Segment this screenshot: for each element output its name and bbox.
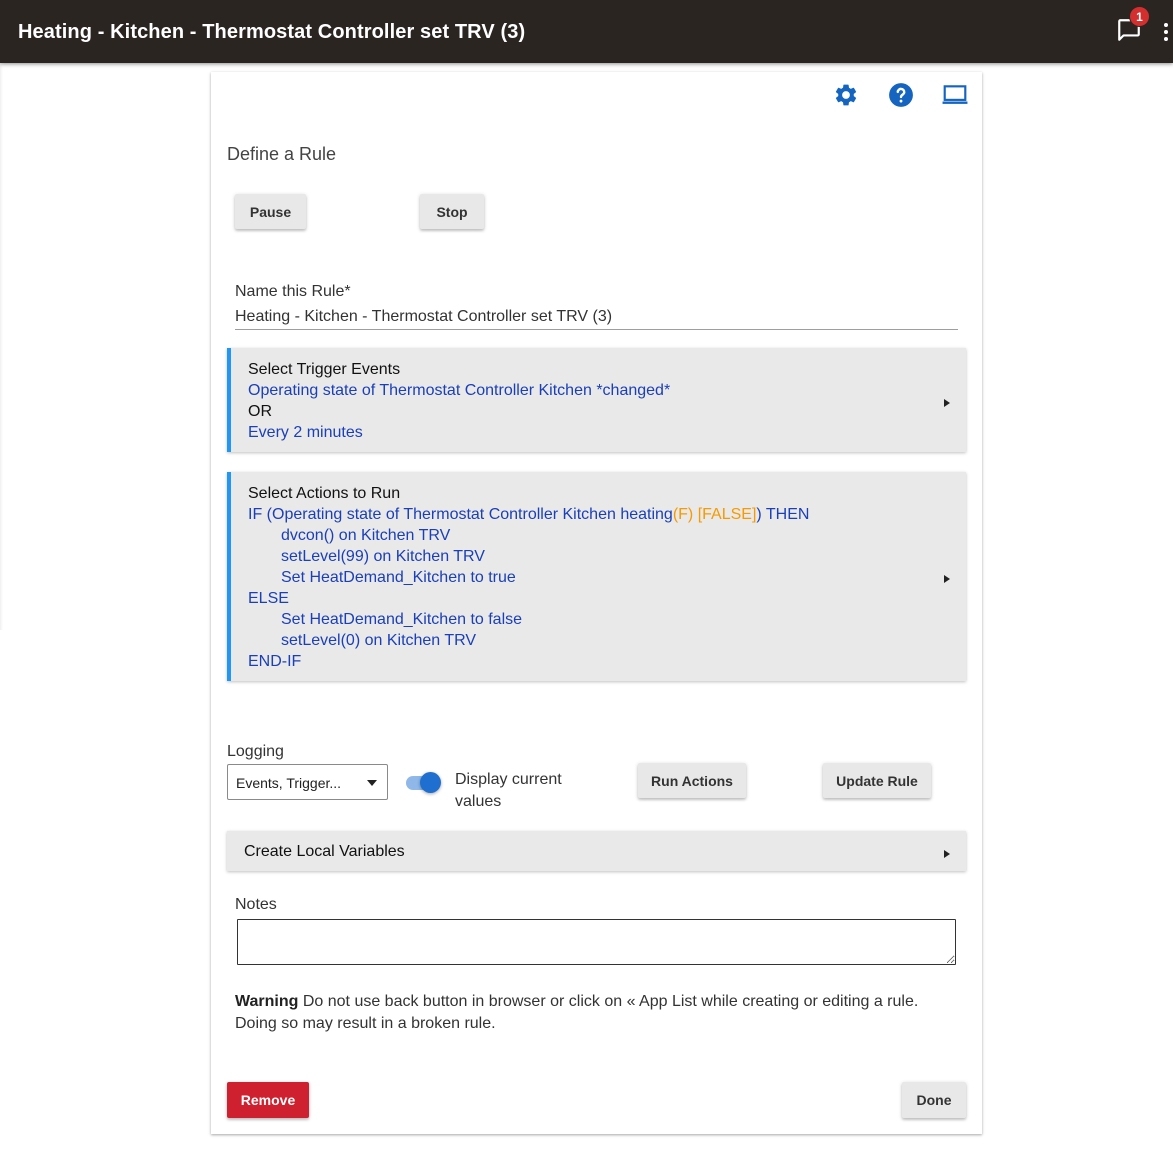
logging-selected-value: Events, Trigger... (236, 775, 342, 791)
toggle-knob (420, 772, 441, 793)
action-line: Set HeatDemand_Kitchen to true (281, 569, 516, 586)
logging-select[interactable]: Events, Trigger... (227, 764, 388, 800)
app-bar: Heating - Kitchen - Thermostat Controlle… (0, 0, 1173, 63)
pause-button[interactable]: Pause (235, 194, 306, 229)
dropdown-caret-icon (367, 780, 377, 786)
display-values-label: Display current values (455, 771, 562, 810)
trigger-line: Every 2 minutes (248, 424, 363, 441)
trigger-events-header: Select Trigger Events (248, 361, 401, 378)
page-title: Heating - Kitchen - Thermostat Controlle… (18, 21, 526, 43)
side-panel-edge (0, 63, 3, 630)
rule-card: Define a Rule Pause Stop Name this Rule*… (211, 72, 982, 1134)
notes-label: Notes (235, 896, 277, 913)
gear-icon[interactable] (833, 82, 859, 108)
stop-button[interactable]: Stop (420, 194, 484, 229)
action-line: setLevel(0) on Kitchen TRV (281, 632, 477, 649)
run-actions-button[interactable]: Run Actions (638, 763, 746, 798)
help-icon[interactable] (888, 82, 914, 108)
laptop-icon[interactable] (942, 82, 968, 108)
action-line: setLevel(99) on Kitchen TRV (281, 548, 485, 565)
rule-name-input[interactable] (235, 305, 958, 330)
actions-section[interactable]: Select Actions to Run IF (Operating stat… (227, 472, 966, 681)
action-if-line: IF (Operating state of Thermostat Contro… (248, 506, 810, 523)
action-endif: END-IF (248, 653, 302, 670)
local-variables-section[interactable]: Create Local Variables (227, 831, 966, 871)
done-button[interactable]: Done (902, 1082, 966, 1118)
warning-title: Warning (235, 993, 299, 1010)
trigger-or: OR (248, 403, 272, 420)
action-line: dvcon() on Kitchen TRV (281, 527, 451, 544)
remove-button[interactable]: Remove (227, 1082, 309, 1118)
trigger-line: Operating state of Thermostat Controller… (248, 382, 671, 399)
actions-header: Select Actions to Run (248, 485, 401, 502)
display-values-toggle[interactable] (404, 771, 442, 793)
rule-name-label: Name this Rule* (235, 283, 351, 300)
action-else: ELSE (248, 590, 289, 607)
expand-arrow-icon (944, 575, 950, 583)
condition-flag: (F) [FALSE] (672, 506, 757, 523)
notes-textarea[interactable] (237, 919, 956, 965)
page-heading: Define a Rule (227, 144, 337, 164)
notification-badge[interactable]: 1 (1129, 6, 1150, 27)
action-line: Set HeatDemand_Kitchen to false (281, 611, 523, 628)
warning-text: Warning Do not use back button in browse… (235, 993, 919, 1032)
more-vert-icon[interactable] (1160, 22, 1172, 42)
trigger-events-section[interactable]: Select Trigger Events Operating state of… (227, 348, 966, 452)
update-rule-button[interactable]: Update Rule (823, 763, 931, 798)
expand-arrow-icon (944, 850, 950, 858)
expand-arrow-icon (944, 399, 950, 407)
local-variables-header: Create Local Variables (244, 843, 405, 860)
logging-label: Logging (227, 743, 284, 760)
